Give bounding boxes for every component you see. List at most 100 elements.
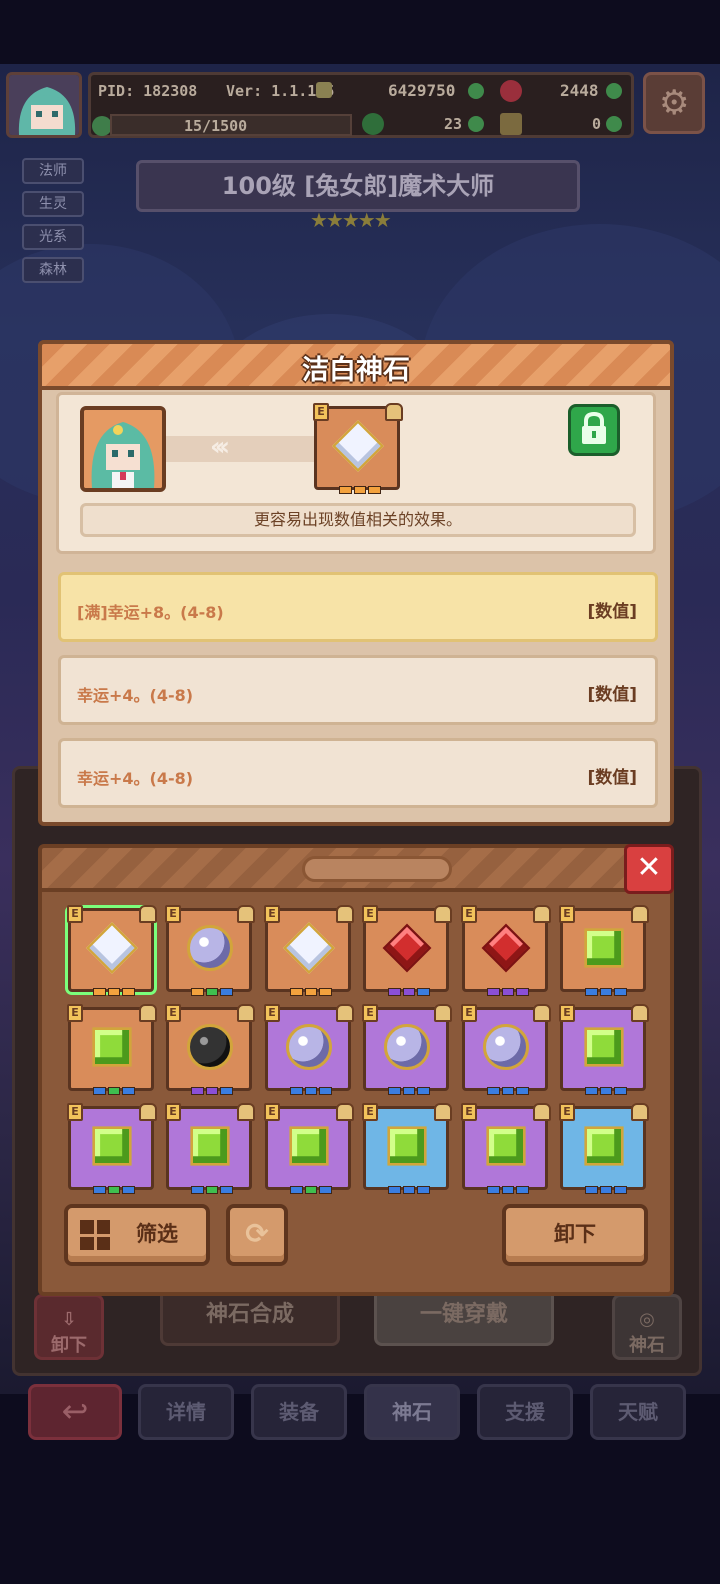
quality-dots — [93, 1186, 136, 1194]
tab-gems[interactable]: 神石 — [364, 1384, 460, 1440]
return-arrow-icon: ↩ — [61, 1392, 89, 1430]
lock-icon — [533, 1103, 551, 1121]
gem-slot[interactable]: E — [264, 905, 354, 996]
gem-outline-icon: ◎ — [639, 1309, 655, 1330]
grade-badge: E — [461, 905, 477, 923]
back-button[interactable]: ↩ — [28, 1384, 122, 1440]
plus-icon[interactable] — [606, 83, 622, 99]
gem-slot[interactable]: E — [559, 1103, 649, 1194]
lock-icon — [631, 905, 649, 923]
unequip-shortcut-button[interactable]: ⇩ 卸下 — [34, 1294, 104, 1360]
lock-toggle-button[interactable] — [568, 404, 620, 456]
gem-slot[interactable]: E — [461, 1004, 551, 1095]
gem-slot[interactable]: E — [67, 1004, 157, 1095]
quality-dots — [487, 988, 530, 996]
lock-icon — [237, 1103, 255, 1121]
emerald-gem-icon — [584, 928, 624, 968]
lock-icon — [336, 1103, 354, 1121]
emerald-gem-icon — [486, 1126, 526, 1166]
stat-type: [数值] — [587, 685, 637, 705]
hero-title: 100级 [兔女郎]魔术大师 — [136, 160, 580, 212]
grade-badge: E — [67, 905, 83, 923]
gem-slot[interactable]: E — [362, 1004, 452, 1095]
gem-slot[interactable]: E — [67, 905, 157, 996]
gem-slot[interactable]: E — [264, 1004, 354, 1095]
quality-dots — [487, 1186, 530, 1194]
unequip-button[interactable]: 卸下 — [502, 1204, 648, 1266]
gem-slot[interactable]: E — [362, 905, 452, 996]
tab-equipment[interactable]: 装备 — [251, 1384, 347, 1440]
close-icon: ✕ — [636, 850, 662, 885]
refresh-button[interactable]: ⟳ — [226, 1204, 288, 1266]
grade-badge: E — [313, 403, 329, 421]
clover-icon — [362, 113, 384, 135]
gem-slot[interactable]: E — [165, 1004, 255, 1095]
header-ornament — [302, 856, 452, 882]
grade-badge: E — [362, 1103, 378, 1121]
plus-icon[interactable] — [606, 116, 622, 132]
emerald-gem-icon — [92, 1027, 132, 1067]
quality-dots — [388, 1087, 431, 1095]
lock-icon — [139, 1004, 157, 1022]
grade-badge: E — [559, 1004, 575, 1022]
sphere-gem-icon — [384, 1024, 430, 1070]
plus-icon[interactable] — [468, 116, 484, 132]
player-id: PID: 182308 — [98, 82, 198, 100]
gem-slot[interactable]: E — [67, 1103, 157, 1194]
close-button[interactable]: ✕ — [624, 844, 674, 894]
gem-shortcut-label: 神石 — [629, 1335, 665, 1356]
current-gem-slot: E — [313, 403, 403, 494]
gem-slot[interactable]: E — [165, 1103, 255, 1194]
leaf-icon — [92, 116, 112, 136]
grade-badge: E — [362, 1004, 378, 1022]
grade-badge: E — [67, 1103, 83, 1121]
quality-dots — [388, 1186, 431, 1194]
tab-support[interactable]: 支援 — [477, 1384, 573, 1440]
grade-badge: E — [165, 1004, 181, 1022]
lock-icon — [434, 905, 452, 923]
white-diamond-icon — [331, 419, 385, 473]
gem-shortcut-button[interactable]: ◎ 神石 — [612, 1294, 682, 1360]
gem-slot[interactable]: E — [165, 905, 255, 996]
gem-amount: 2448 — [560, 81, 599, 100]
plus-icon[interactable] — [468, 83, 484, 99]
lock-icon — [336, 905, 354, 923]
tag-race: 生灵 — [22, 191, 84, 217]
grade-badge: E — [264, 1103, 280, 1121]
gem-detail-header: 洁白神石 — [38, 340, 674, 390]
quality-dots — [290, 1087, 333, 1095]
refresh-icon: ⟳ — [245, 1217, 269, 1250]
chevrons-left-icon: ‹‹‹ — [210, 432, 230, 462]
grade-badge: E — [461, 1004, 477, 1022]
gem-slot[interactable]: E — [264, 1103, 354, 1194]
player-avatar[interactable] — [6, 72, 82, 138]
quality-dots — [388, 988, 431, 996]
gem-slot[interactable]: E — [461, 905, 551, 996]
tab-details[interactable]: 详情 — [138, 1384, 234, 1440]
stat-text: 幸运+4。(4-8) — [77, 769, 194, 788]
grade-badge: E — [67, 1004, 83, 1022]
gear-icon: ⚙ — [659, 83, 690, 123]
tab-talent[interactable]: 天赋 — [590, 1384, 686, 1440]
tag-class: 法师 — [22, 158, 84, 184]
hero-stars: ★★★★★ — [310, 208, 392, 232]
ruby-gem-icon — [382, 923, 432, 973]
coin-icon — [316, 82, 332, 98]
diamond-gem-icon — [282, 921, 336, 975]
settings-button[interactable]: ⚙ — [643, 72, 705, 134]
gem-slot[interactable]: E — [461, 1103, 551, 1194]
stat-type: [数值] — [587, 602, 637, 622]
clover-amount: 23 — [444, 115, 463, 133]
lock-icon — [533, 905, 551, 923]
grade-badge: E — [559, 905, 575, 923]
gem-slot[interactable]: E — [362, 1103, 452, 1194]
lock-icon — [385, 403, 403, 421]
lock-icon — [237, 1004, 255, 1022]
quality-dots — [585, 1186, 628, 1194]
grade-badge: E — [165, 1103, 181, 1121]
grade-badge: E — [461, 1103, 477, 1121]
filter-button[interactable]: 筛选 — [64, 1204, 210, 1266]
grid-icon — [80, 1220, 110, 1250]
gem-slot[interactable]: E — [559, 1004, 649, 1095]
gem-slot[interactable]: E — [559, 905, 649, 996]
